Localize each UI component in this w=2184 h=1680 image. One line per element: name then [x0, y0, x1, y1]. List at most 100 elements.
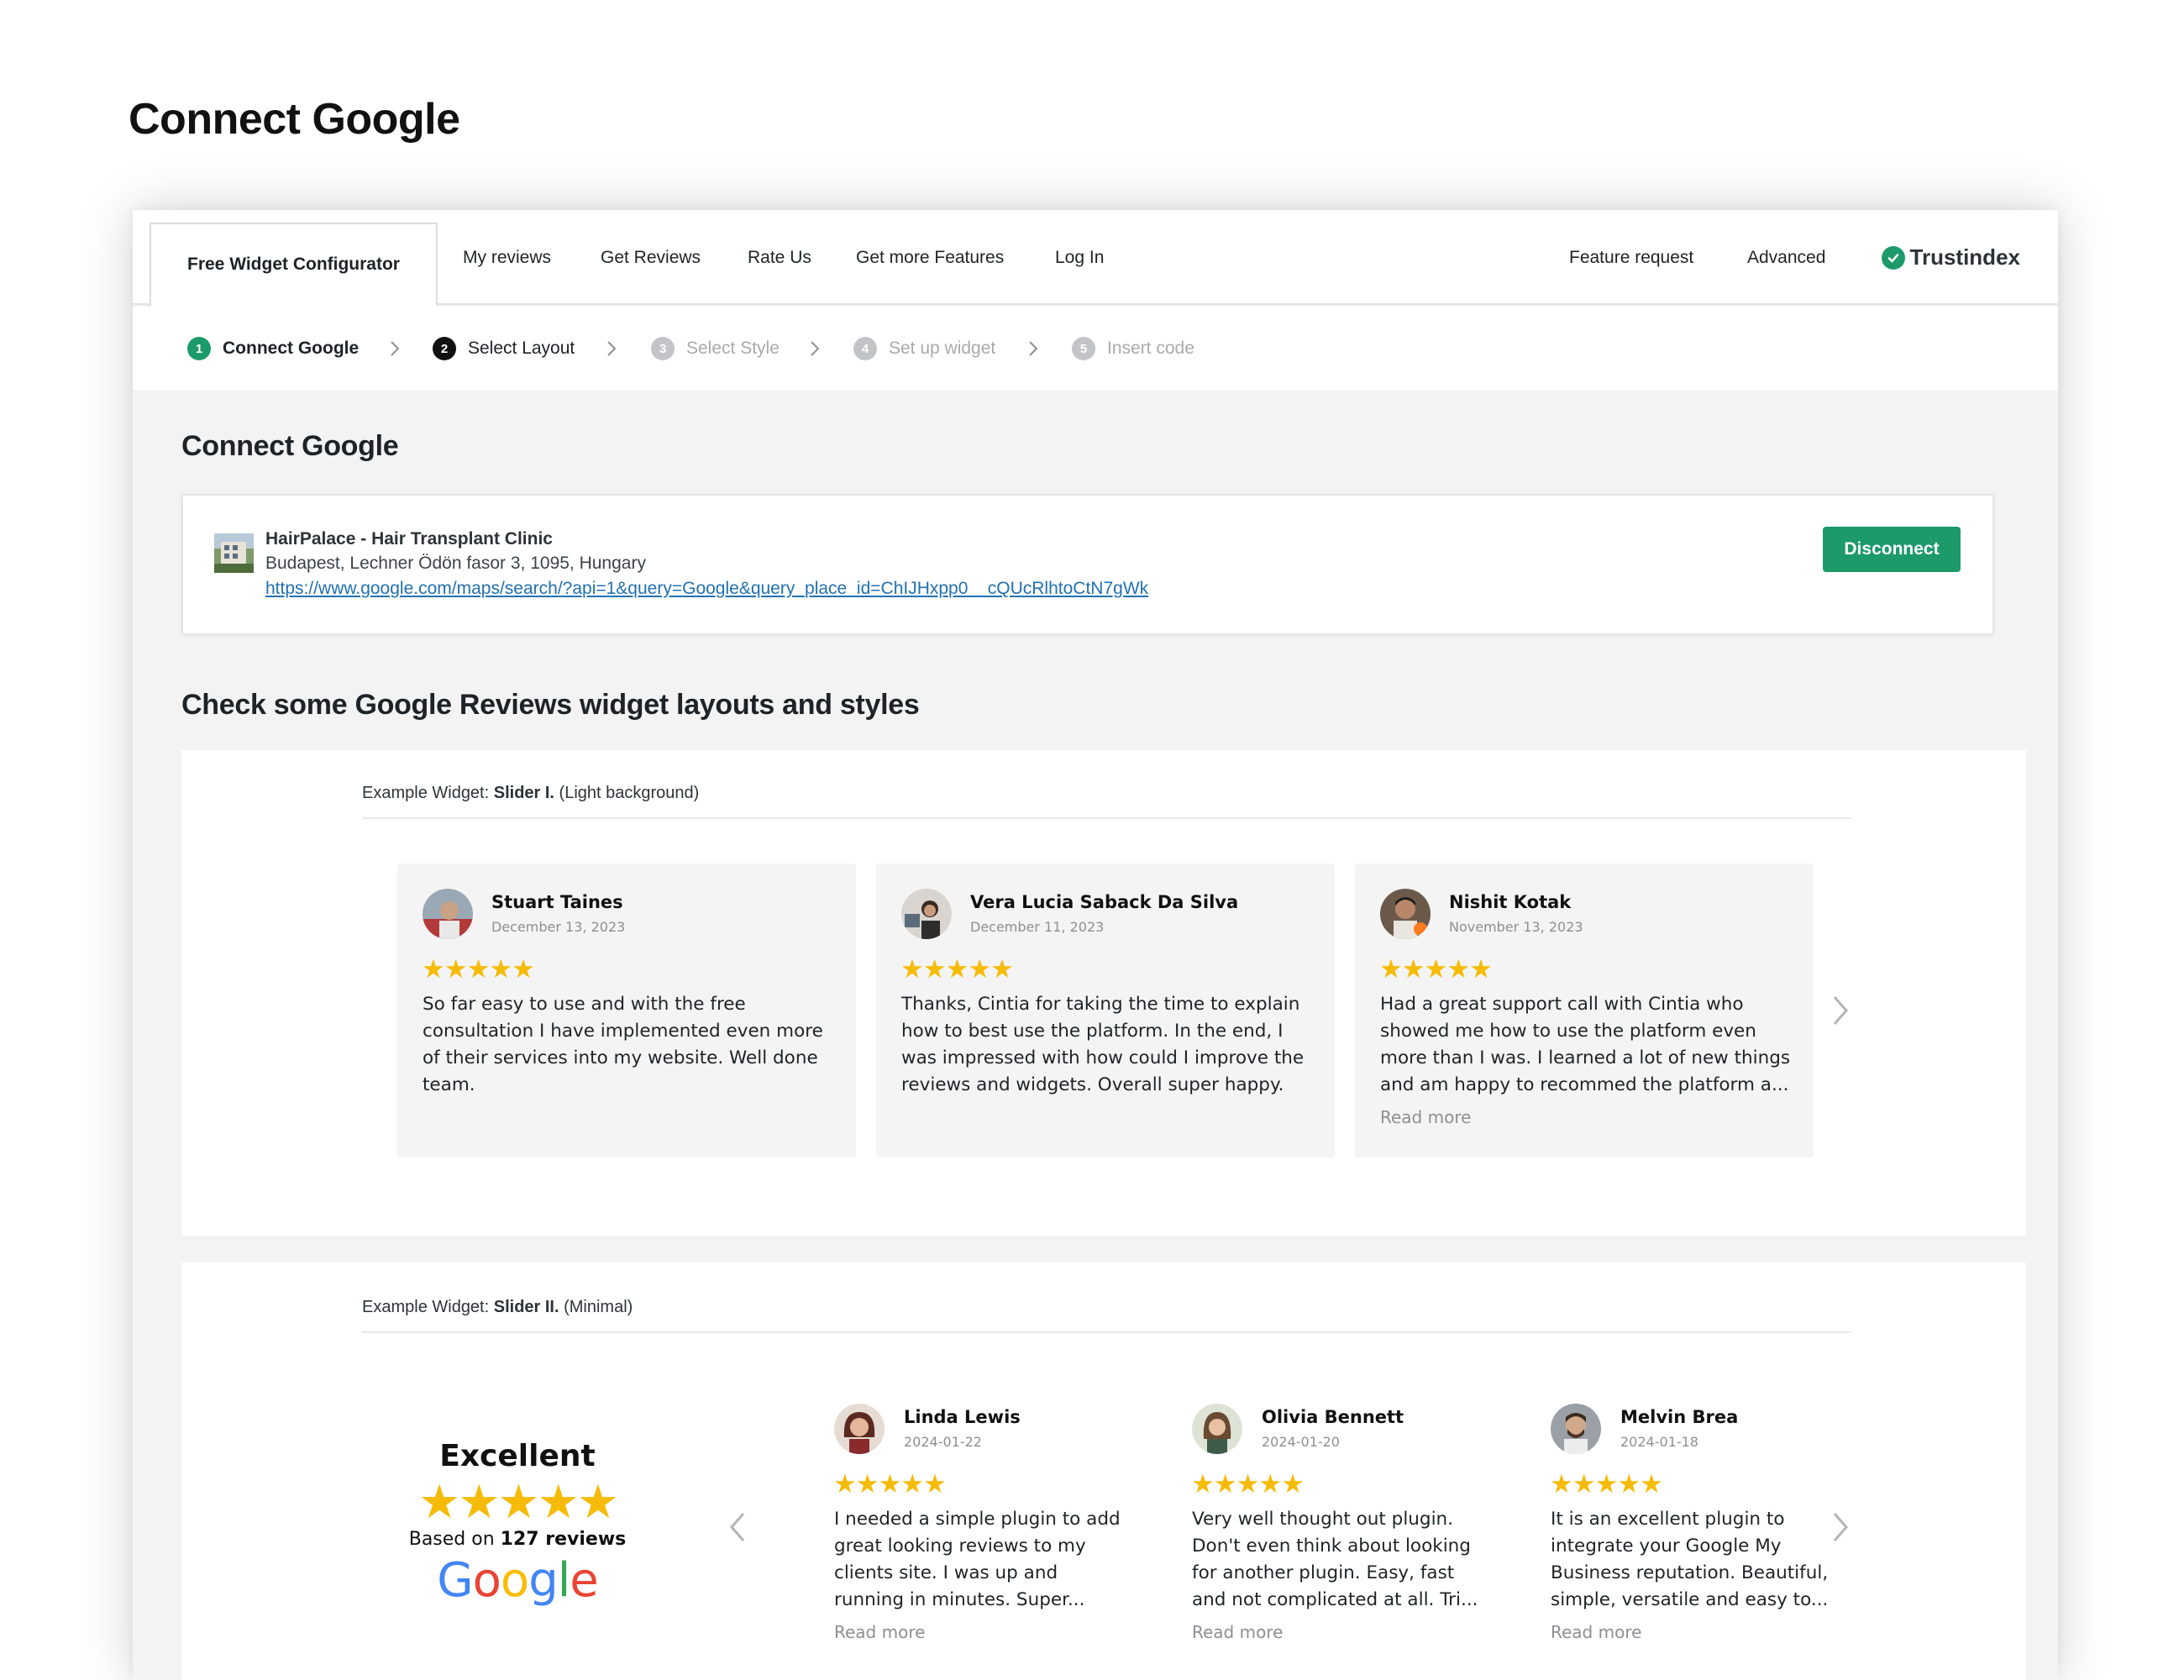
- step-number: 1: [187, 337, 211, 360]
- reviewer-name: Melvin Brea: [1620, 1407, 1739, 1427]
- chevron-right-icon[interactable]: [1824, 1506, 1857, 1548]
- step-label: Insert code: [1107, 339, 1194, 358]
- step-select-layout[interactable]: 2 Select Layout: [433, 307, 575, 391]
- widget-title-prefix: Example Widget:: [362, 1298, 494, 1316]
- widget-title-suffix: (Minimal): [559, 1298, 633, 1316]
- review-count: Based on 127 reviews: [408, 1529, 627, 1550]
- widget-title-name: Slider II.: [493, 1298, 559, 1316]
- feature-request-link[interactable]: Feature request: [1569, 210, 1693, 305]
- review-text: Thanks, Cintia for taking the time to ex…: [901, 994, 1305, 1095]
- tab-log-in[interactable]: Log In: [1055, 210, 1104, 305]
- widget-title: Example Widget: Slider I. (Light backgro…: [362, 784, 699, 803]
- step-label: Connect Google: [223, 339, 360, 358]
- read-more-link[interactable]: Read more: [1380, 1107, 1471, 1127]
- reviewer-name: Linda Lewis: [904, 1407, 1021, 1427]
- top-navigation: Free Widget Configurator My reviews Get …: [133, 210, 2058, 307]
- review-count-value: 127 reviews: [500, 1529, 627, 1550]
- star-rating: ★★★★★: [1379, 954, 1493, 984]
- read-more-link[interactable]: Read more: [1551, 1622, 1641, 1642]
- review-card: Nishit Kotak November 13, 2023 ★★★★★ Had…: [1355, 864, 1814, 1158]
- avatar: [834, 1404, 885, 1454]
- widget-title: Example Widget: Slider II. (Minimal): [362, 1298, 633, 1317]
- chevron-right-icon: [809, 307, 821, 391]
- step-insert-code: 5 Insert code: [1072, 307, 1194, 391]
- tab-get-more-features[interactable]: Get more Features: [856, 210, 1004, 305]
- chevron-right-icon[interactable]: [1824, 990, 1857, 1032]
- review-text: I needed a simple plugin to add great lo…: [834, 1509, 1121, 1610]
- widget-title-suffix: (Light background): [554, 784, 700, 802]
- rating-summary: Excellent ★★★★★ Based on 127 reviews Goo…: [408, 1439, 627, 1608]
- reviewer-name: Olivia Bennett: [1262, 1407, 1404, 1427]
- review-text: It is an excellent plugin to integrate y…: [1551, 1509, 1829, 1610]
- place-thumbnail: [214, 533, 254, 573]
- avatar: [1551, 1404, 1601, 1454]
- step-number: 5: [1072, 337, 1095, 360]
- avatar: [901, 889, 952, 939]
- review-text: So far easy to use and with the free con…: [423, 994, 823, 1095]
- rating-word: Excellent: [439, 1439, 596, 1473]
- step-select-style: 3 Select Style: [651, 307, 780, 391]
- review-text: Very well thought out plugin. Don't even…: [1192, 1509, 1478, 1610]
- chevron-right-icon: [606, 307, 617, 391]
- reviewer-name: Stuart Taines: [491, 892, 623, 912]
- connected-place-card: HairPalace - Hair Transplant Clinic Buda…: [181, 494, 1994, 635]
- example-widget-slider-2: Example Widget: Slider II. (Minimal) Exc…: [181, 1263, 2026, 1680]
- review-date: 2024-01-22: [904, 1434, 982, 1450]
- example-widget-slider-1: Example Widget: Slider I. (Light backgro…: [181, 750, 2026, 1236]
- page-heading: Connect Google: [129, 95, 460, 144]
- examples-section-title: Check some Google Reviews widget layouts…: [181, 689, 920, 721]
- step-number: 2: [433, 337, 456, 360]
- widget-title-name: Slider I.: [493, 784, 554, 802]
- tab-rate-us[interactable]: Rate Us: [748, 210, 811, 305]
- step-label: Select Layout: [468, 339, 575, 358]
- chevron-right-icon: [1027, 307, 1039, 391]
- chevron-right-icon: [389, 307, 401, 391]
- connect-section-title: Connect Google: [181, 430, 399, 462]
- widget-title-prefix: Example Widget:: [362, 784, 494, 802]
- review-date: 2024-01-20: [1262, 1434, 1340, 1450]
- tab-my-reviews[interactable]: My reviews: [463, 210, 551, 305]
- review-card: Stuart Taines December 13, 2023 ★★★★★ So…: [397, 864, 856, 1158]
- tab-free-widget-configurator[interactable]: Free Widget Configurator: [150, 223, 438, 307]
- review-date: December 13, 2023: [491, 919, 626, 935]
- review-date: November 13, 2023: [1449, 919, 1583, 935]
- read-more-link[interactable]: Read more: [1192, 1622, 1283, 1642]
- place-name: HairPalace - Hair Transplant Clinic: [265, 529, 553, 549]
- star-rating: ★★★★★: [422, 954, 535, 984]
- avatar: [1380, 889, 1431, 939]
- step-set-up-widget: 4 Set up widget: [853, 307, 995, 391]
- trustindex-logo[interactable]: Trustindex: [1881, 210, 2020, 305]
- divider: [362, 1331, 1851, 1333]
- star-rating: ★★★★★: [1550, 1469, 1663, 1499]
- read-more-link[interactable]: Read more: [834, 1622, 925, 1642]
- review-text: Had a great support call with Cintia who…: [1380, 994, 1791, 1095]
- reviewer-name: Nishit Kotak: [1449, 892, 1572, 912]
- based-on-label: Based on: [408, 1529, 501, 1550]
- step-label: Select Style: [686, 339, 780, 358]
- star-rating: ★★★★★: [1191, 1469, 1305, 1499]
- review-date: 2024-01-18: [1620, 1434, 1698, 1450]
- star-rating: ★★★★★: [417, 1475, 619, 1528]
- wizard-steps: 1 Connect Google 2 Select Layout 3 Selec…: [133, 307, 2058, 391]
- step-number: 3: [651, 337, 675, 360]
- plugin-window: Free Widget Configurator My reviews Get …: [133, 210, 2058, 1680]
- avatar: [423, 889, 473, 939]
- tab-get-reviews[interactable]: Get Reviews: [601, 210, 701, 305]
- check-icon: [1881, 245, 1905, 270]
- review-date: December 11, 2023: [970, 919, 1105, 935]
- place-maps-link[interactable]: https://www.google.com/maps/search/?api=…: [265, 579, 1148, 599]
- step-label: Set up widget: [889, 339, 996, 358]
- step-connect-google[interactable]: 1 Connect Google: [187, 307, 359, 391]
- place-address: Budapest, Lechner Ödön fasor 3, 1095, Hu…: [265, 554, 646, 573]
- star-rating: ★★★★★: [900, 954, 1014, 984]
- advanced-link[interactable]: Advanced: [1747, 210, 1825, 305]
- chevron-left-icon[interactable]: [721, 1506, 754, 1548]
- review-card: Vera Lucia Saback Da Silva December 11, …: [876, 864, 1335, 1158]
- step-number: 4: [853, 337, 877, 360]
- divider: [362, 817, 1851, 819]
- disconnect-button[interactable]: Disconnect: [1823, 527, 1961, 572]
- google-logo: Google: [437, 1553, 599, 1608]
- reviewer-name: Vera Lucia Saback Da Silva: [970, 892, 1239, 912]
- star-rating: ★★★★★: [833, 1469, 947, 1499]
- brand-name: Trustindex: [1909, 244, 2020, 270]
